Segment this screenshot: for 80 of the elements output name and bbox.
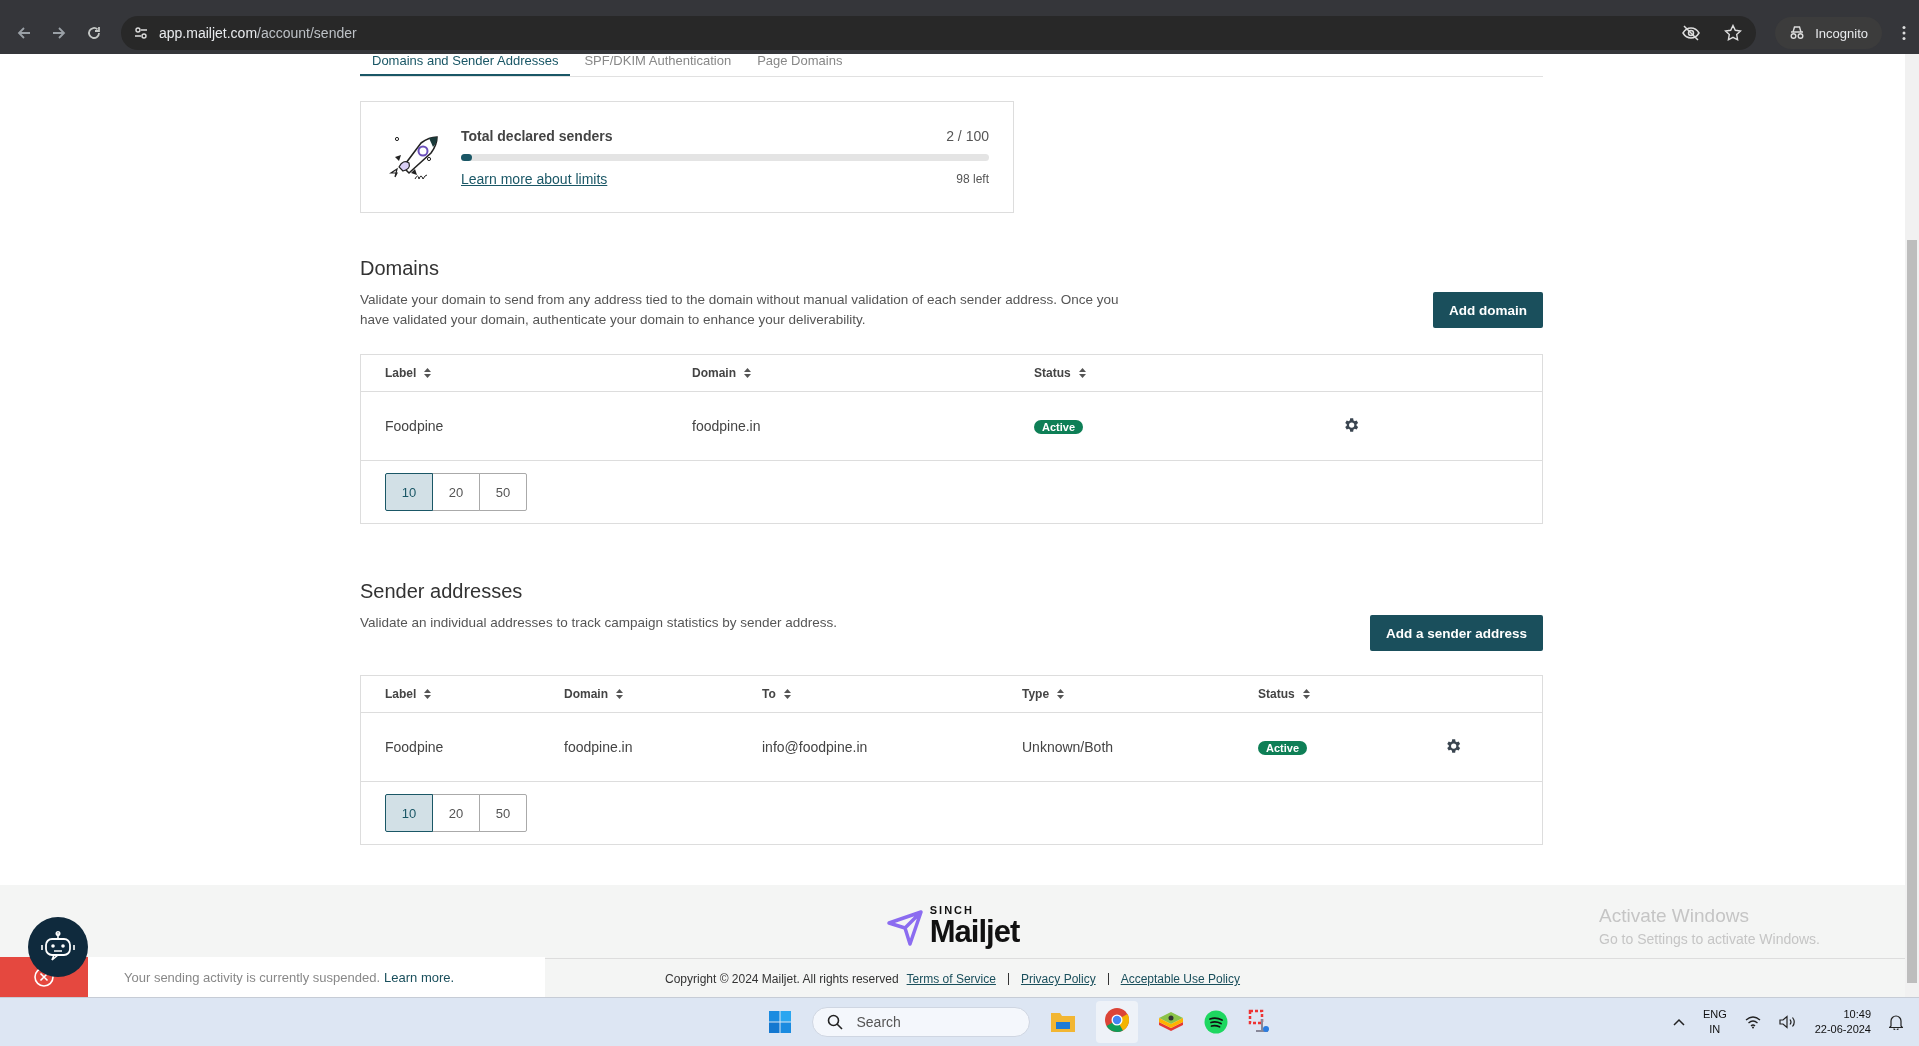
- snipping-tool-icon[interactable]: [1247, 1009, 1272, 1035]
- column-header[interactable]: Domain: [692, 366, 736, 380]
- paper-plane-icon: [885, 909, 924, 947]
- search-icon: [826, 1014, 843, 1030]
- page-size-button[interactable]: 50: [479, 473, 527, 511]
- footer-link[interactable]: Acceptable Use Policy: [1120, 972, 1241, 986]
- page-size-button[interactable]: 10: [385, 794, 433, 832]
- column-header[interactable]: Status: [1034, 366, 1071, 380]
- status-badge: Active: [1034, 420, 1084, 434]
- taskbar-search-field[interactable]: Search: [811, 1007, 1030, 1037]
- incognito-icon: [1789, 26, 1806, 40]
- music-app-icon[interactable]: [1203, 1010, 1228, 1034]
- sender-count: 2 / 100: [946, 127, 989, 144]
- sort-icon[interactable]: [744, 368, 751, 378]
- sort-icon[interactable]: [1078, 368, 1086, 378]
- sort-icon[interactable]: [1302, 689, 1310, 699]
- column-header[interactable]: Label: [385, 366, 417, 380]
- section-description: Validate an individual addresses to track campaign statistics by sender address.: [360, 614, 838, 632]
- page-size-button[interactable]: 20: [432, 794, 480, 832]
- remaining-count: 98 left: [956, 171, 989, 186]
- column-header[interactable]: Status: [1258, 687, 1295, 701]
- sort-icon[interactable]: [783, 689, 791, 699]
- section-description: Validate your domain to send from any address tied to the domain without manual validation of each sender address. Once you have validated your domain, authenticate your domain to enhance your deliverability.: [360, 291, 1120, 329]
- chrome-icon[interactable]: [1103, 1007, 1130, 1033]
- table-cell: foodpine.in: [564, 739, 633, 755]
- site-info-icon[interactable]: [133, 25, 149, 41]
- page-size-button[interactable]: 10: [385, 473, 433, 511]
- wifi-icon[interactable]: [1744, 1015, 1761, 1029]
- sort-icon[interactable]: [424, 689, 432, 699]
- folder-icon[interactable]: [1049, 1010, 1076, 1034]
- copyright-text: Copyright © 2024 Mailjet. All rights reserved: [664, 972, 899, 986]
- notice-link[interactable]: Learn more.: [384, 969, 455, 985]
- column-header[interactable]: Type: [1022, 687, 1050, 701]
- brand-subtitle: SINCH: [929, 905, 975, 916]
- column-header[interactable]: To: [762, 687, 776, 701]
- reload-icon[interactable]: [86, 25, 102, 41]
- learn-more-link[interactable]: Learn more about limits: [461, 170, 608, 187]
- scrollbar[interactable]: [1905, 54, 1919, 997]
- layered-app-icon[interactable]: [1157, 1010, 1184, 1034]
- table-cell: Foodpine: [385, 739, 444, 755]
- brand-name: Mailjet: [929, 916, 1020, 947]
- clock-time[interactable]: 10:49: [1843, 1007, 1871, 1022]
- table-cell: info@foodpine.in: [762, 739, 868, 755]
- footer-link[interactable]: Privacy Policy: [1020, 972, 1096, 986]
- sort-icon[interactable]: [1057, 689, 1065, 699]
- address-bar[interactable]: app.mailjet.com/account/sender: [121, 16, 1757, 50]
- sort-icon[interactable]: [616, 689, 623, 699]
- bell-icon[interactable]: [1889, 1014, 1903, 1030]
- language-label[interactable]: ENG: [1702, 1007, 1727, 1022]
- footer-link[interactable]: Terms of Service: [906, 972, 996, 986]
- section-title: Sender addresses: [360, 580, 524, 603]
- column-header[interactable]: Domain: [564, 687, 608, 701]
- tab[interactable]: Page Domains: [745, 52, 855, 74]
- region-label[interactable]: IN: [1709, 1022, 1721, 1037]
- back-icon[interactable]: [16, 25, 32, 41]
- table-cell: Unknown/Both: [1022, 739, 1114, 755]
- page-size-button[interactable]: 20: [432, 473, 480, 511]
- column-header[interactable]: Label: [385, 687, 417, 701]
- tab[interactable]: SPF/DKIM Authentication: [572, 52, 744, 74]
- forward-icon[interactable]: [51, 25, 67, 41]
- incognito-button[interactable]: Incognito: [1775, 17, 1882, 49]
- windows-start-icon[interactable]: [767, 1010, 792, 1034]
- table-cell: Foodpine: [385, 418, 444, 434]
- limits-title: Total declared senders: [461, 127, 613, 144]
- sort-icon[interactable]: [424, 368, 432, 378]
- add-button[interactable]: Add a sender address: [1369, 615, 1543, 651]
- add-button[interactable]: Add domain: [1433, 292, 1543, 328]
- table-cell: foodpine.in: [692, 418, 761, 434]
- eye-slash-icon[interactable]: [1682, 24, 1701, 42]
- section-title: Domains: [360, 257, 440, 280]
- page-size-button[interactable]: 50: [479, 794, 527, 832]
- chevron-up-icon[interactable]: [1672, 1018, 1685, 1026]
- robot-icon: [40, 931, 76, 963]
- menu-icon[interactable]: [1901, 25, 1907, 41]
- status-badge: Active: [1258, 741, 1308, 755]
- clock-date[interactable]: 22-06-2024: [1814, 1022, 1871, 1037]
- speaker-icon[interactable]: [1778, 1015, 1797, 1029]
- tab[interactable]: Domains and Sender Addresses: [360, 52, 571, 76]
- notice-text: Your sending activity is currently suspended.: [124, 969, 381, 985]
- star-icon[interactable]: [1724, 24, 1743, 42]
